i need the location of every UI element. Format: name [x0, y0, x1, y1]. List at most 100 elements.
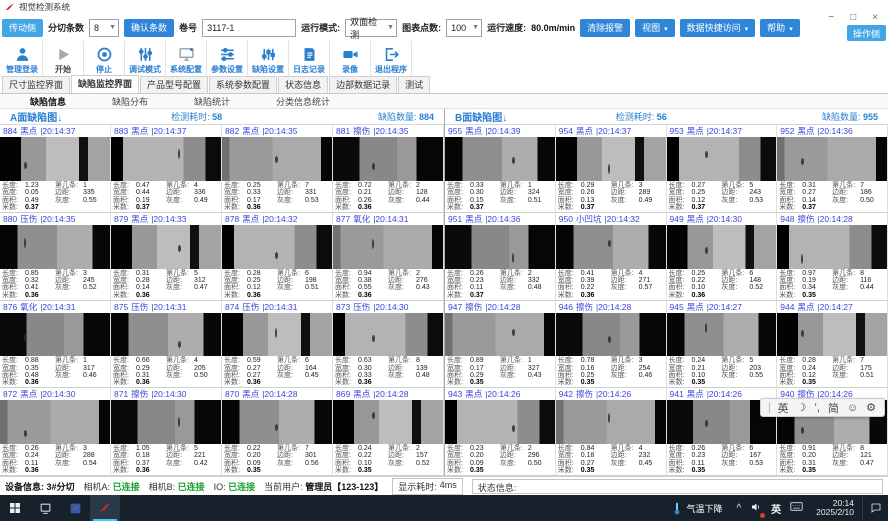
operate-side-button[interactable]: 操作侧 — [847, 25, 886, 41]
subtab-defect-info[interactable]: 缺陷信息 — [30, 95, 66, 108]
taskbar-clock[interactable]: 20:14 2025/2/10 — [816, 499, 854, 518]
defect-thumbnail[interactable] — [333, 313, 443, 357]
maximize-button[interactable]: □ — [850, 13, 856, 23]
ime-drag-handle[interactable] — [769, 402, 770, 413]
ime-language-button[interactable]: 英 — [771, 501, 781, 516]
defect-thumbnail[interactable] — [777, 313, 887, 357]
defect-thumbnail[interactable] — [0, 400, 110, 444]
data-quick-access-button[interactable]: 数据快捷访问 — [680, 19, 756, 37]
ime-lang-toggle[interactable]: 英 — [778, 400, 789, 416]
defect-cell[interactable]: 879 黑点 |20:14:33 长度:0.31宽度:0.28面积:0.14米数… — [111, 213, 222, 301]
confirm-count-button[interactable]: 确认条数 — [124, 19, 174, 37]
defect-thumbnail[interactable] — [556, 313, 666, 357]
defect-cell[interactable]: 948 擦伤 |20:14:28 长度:0.97宽度:0.19面积:0.34米数… — [777, 213, 888, 301]
volume-button[interactable] — [750, 501, 762, 516]
slit-count-select[interactable]: 8 ▼ — [89, 19, 119, 37]
defect-cell[interactable]: 873 压伤 |20:14:30 长度:0.63宽度:0.30面积:0.33米数… — [333, 301, 444, 389]
close-button[interactable]: × — [872, 13, 878, 23]
defect-cell[interactable]: 874 压伤 |20:14:31 长度:0.59宽度:0.27面积:0.27米数… — [222, 301, 333, 389]
defect-thumbnail[interactable] — [667, 225, 777, 269]
defect-cell[interactable]: 942 擦伤 |20:14:26 长度:0.84宽度:0.18面积:0.27米数… — [556, 388, 667, 476]
debug-mode-button[interactable]: 调试模式 — [125, 41, 166, 79]
log-record-button[interactable]: 日志记录 — [289, 41, 330, 79]
weather-widget[interactable]: 气温下降 — [672, 502, 722, 515]
help-menu-button[interactable]: 帮助 — [760, 19, 800, 37]
task-view-button[interactable] — [30, 495, 60, 521]
defect-cell[interactable]: 947 擦伤 |20:14:28 长度:0.89宽度:0.17面积:0.29米数… — [445, 301, 556, 389]
panel-a-title[interactable]: A面缺陷图↓ — [10, 109, 171, 124]
defect-thumbnail[interactable] — [445, 225, 555, 269]
defect-thumbnail[interactable] — [222, 313, 332, 357]
defect-cell[interactable]: 954 黑点 |20:14:37 长度:0.29宽度:0.26面积:0.13米数… — [556, 125, 667, 213]
minimize-button[interactable]: − — [828, 13, 834, 23]
defect-thumbnail[interactable] — [222, 225, 332, 269]
defect-thumbnail[interactable] — [556, 225, 666, 269]
chart-points-select[interactable]: 100 ▼ — [446, 19, 482, 37]
defect-cell[interactable]: 946 擦伤 |20:14:28 长度:0.78宽度:0.16面积:0.25米数… — [556, 301, 667, 389]
defect-thumbnail[interactable] — [777, 137, 887, 181]
simplified-toggle[interactable]: 简 — [828, 400, 839, 416]
admin-login-button[interactable]: 管理登录 — [2, 41, 43, 79]
defect-thumbnail[interactable] — [0, 225, 110, 269]
tab-system-param-config[interactable]: 系统参数配置 — [209, 76, 277, 93]
defect-cell[interactable]: 884 黑点 |20:14:37 长度:1.23宽度:0.05面积:0.49米数… — [0, 125, 111, 213]
parameter-settings-button[interactable]: 参数设置 — [207, 41, 248, 79]
defect-cell[interactable]: 943 黑点 |20:14:26 长度:0.23宽度:0.20面积:0.09米数… — [445, 388, 556, 476]
defect-cell[interactable]: 953 黑点 |20:14:37 长度:0.27宽度:0.25面积:0.12米数… — [667, 125, 778, 213]
defect-thumbnail[interactable] — [0, 137, 110, 181]
defect-cell[interactable]: 883 黑点 |20:14:37 长度:0.47宽度:0.44面积:0.19米数… — [111, 125, 222, 213]
defect-thumbnail[interactable] — [556, 137, 666, 181]
tab-test[interactable]: 测试 — [398, 76, 430, 93]
defect-cell[interactable]: 881 擦伤 |20:14:35 长度:0.72宽度:0.21面积:0.26米数… — [333, 125, 444, 213]
drive-side-button[interactable]: 传动侧 — [2, 19, 43, 37]
defect-thumbnail[interactable] — [222, 400, 332, 444]
tab-edge-data-record[interactable]: 边部数据记录 — [329, 76, 397, 93]
defect-cell[interactable]: 869 黑点 |20:14:28 长度:0.24宽度:0.22面积:0.10米数… — [333, 388, 444, 476]
tab-size-monitor[interactable]: 尺寸监控界面 — [2, 76, 70, 93]
defect-cell[interactable]: 950 小凹坑 |20:14:32 长度:0.41宽度:0.39面积:0.22米… — [556, 213, 667, 301]
tab-defect-monitor[interactable]: 缺陷监控界面 — [71, 75, 139, 93]
defect-thumbnail[interactable] — [445, 137, 555, 181]
defect-cell[interactable]: 872 黑点 |20:14:30 长度:0.26宽度:0.24面积:0.11米数… — [0, 388, 111, 476]
roll-number-input[interactable] — [202, 19, 296, 37]
action-center-button[interactable] — [862, 495, 888, 521]
defect-thumbnail[interactable] — [222, 137, 332, 181]
defect-cell[interactable]: 951 黑点 |20:14:36 长度:0.26宽度:0.23面积:0.11米数… — [445, 213, 556, 301]
defect-cell[interactable]: 871 擦伤 |20:14:30 长度:1.05宽度:0.18面积:0.37米数… — [111, 388, 222, 476]
defect-thumbnail[interactable] — [333, 225, 443, 269]
run-mode-select[interactable]: 双面检测 ▼ — [345, 19, 397, 37]
defect-cell[interactable]: 949 黑点 |20:14:30 长度:0.25宽度:0.22面积:0.10米数… — [667, 213, 778, 301]
tab-product-model-config[interactable]: 产品型号配置 — [140, 76, 208, 93]
defect-thumbnail[interactable] — [0, 313, 110, 357]
defect-thumbnail[interactable] — [111, 313, 221, 357]
defect-cell[interactable]: 880 压伤 |20:14:35 长度:0.85宽度:0.32面积:0.41米数… — [0, 213, 111, 301]
defect-settings-button[interactable]: 缺陷设置 — [248, 41, 289, 79]
exit-program-button[interactable]: 退出程序 — [371, 41, 412, 79]
defect-thumbnail[interactable] — [667, 137, 777, 181]
defect-thumbnail[interactable] — [556, 400, 666, 444]
clear-alarm-button[interactable]: 清除报警 — [580, 19, 630, 37]
defect-thumbnail[interactable] — [445, 400, 555, 444]
defect-thumbnail[interactable] — [333, 400, 443, 444]
gear-icon[interactable]: ⚙ — [866, 401, 876, 414]
defect-cell[interactable]: 882 黑点 |20:14:35 长度:0.25宽度:0.33面积:0.17米数… — [222, 125, 333, 213]
defect-cell[interactable]: 952 黑点 |20:14:36 长度:0.31宽度:0.27面积:0.14米数… — [777, 125, 888, 213]
defect-thumbnail[interactable] — [333, 137, 443, 181]
tray-expand-button[interactable]: ^ — [736, 503, 741, 514]
tab-status-info[interactable]: 状态信息 — [278, 76, 328, 93]
defect-thumbnail[interactable] — [667, 313, 777, 357]
emoji-icon[interactable]: ☺ — [847, 402, 858, 414]
defect-cell[interactable]: 876 氧化 |20:14:31 长度:0.88宽度:0.35面积:0.48米数… — [0, 301, 111, 389]
system-config-button[interactable]: 系统配置 — [166, 41, 207, 79]
punctuation-toggle[interactable]: ’, — [814, 402, 820, 414]
defect-cell[interactable]: 955 黑点 |20:14:39 长度:0.33宽度:0.30面积:0.15米数… — [445, 125, 556, 213]
record-video-button[interactable]: 录像 — [330, 41, 371, 79]
defect-thumbnail[interactable] — [777, 225, 887, 269]
touch-keyboard-button[interactable] — [790, 501, 803, 515]
subtab-defect-distribution[interactable]: 缺陷分布 — [112, 95, 148, 108]
defect-thumbnail[interactable] — [111, 137, 221, 181]
moon-icon[interactable]: ☽ — [797, 401, 807, 414]
pinned-app-button[interactable] — [60, 495, 90, 521]
defect-cell[interactable]: 877 氧化 |20:14:31 长度:0.94宽度:0.38面积:0.55米数… — [333, 213, 444, 301]
subtab-class-info-statistics[interactable]: 分类信息统计 — [276, 95, 330, 108]
